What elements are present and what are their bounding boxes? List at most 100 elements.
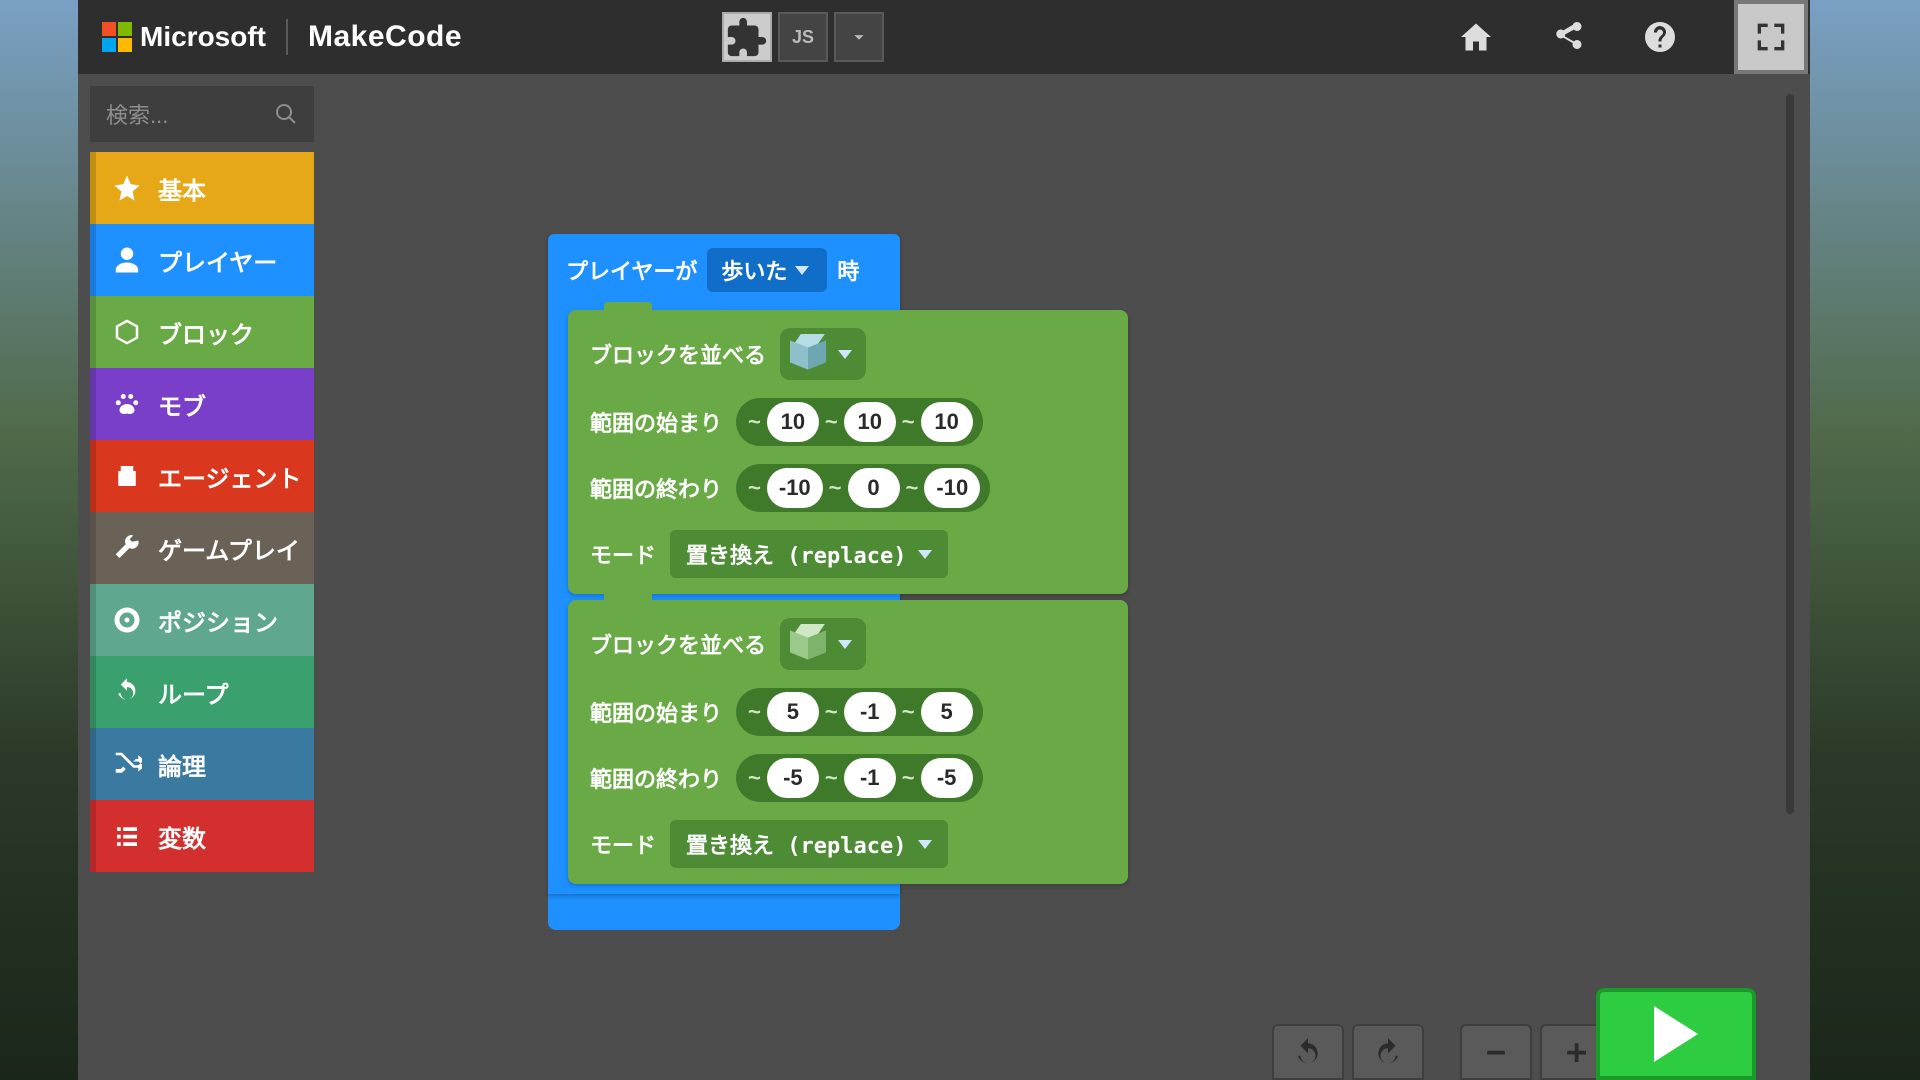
- fill2-end-z[interactable]: -5: [921, 758, 973, 798]
- run-button[interactable]: [1596, 988, 1756, 1080]
- sidebar-item-label: 基本: [158, 171, 206, 206]
- block-workspace[interactable]: プレイヤーが 歩いた 時 ブロックを並べる: [338, 94, 1770, 1080]
- fill2-block-dropdown[interactable]: [780, 618, 866, 670]
- event-prefix: プレイヤーが: [566, 254, 697, 286]
- target-icon: [112, 605, 142, 635]
- sidebar-item-0[interactable]: 基本: [90, 152, 314, 224]
- home-button[interactable]: [1458, 19, 1494, 55]
- fullscreen-icon: [1751, 17, 1791, 57]
- tab-blocks[interactable]: [722, 12, 772, 62]
- redo-button[interactable]: [1352, 1024, 1424, 1080]
- fill2-end-coords[interactable]: ~-5 ~-1 ~-5: [736, 754, 983, 802]
- fullscreen-button[interactable]: [1734, 0, 1808, 74]
- fill1-start-x[interactable]: 10: [767, 402, 819, 442]
- glass-block-icon: [788, 334, 828, 374]
- fill-block-2[interactable]: ブロックを並べる 範囲の始まり ~5 ~-1 ~5: [568, 600, 1128, 884]
- fill1-block-dropdown[interactable]: [780, 328, 866, 380]
- plus-icon: [1561, 1037, 1591, 1067]
- puzzle-icon: [724, 14, 770, 60]
- app-header: Microsoft MakeCode JS: [78, 0, 1810, 74]
- event-block-on-player-walk[interactable]: プレイヤーが 歩いた 時 ブロックを並べる: [548, 234, 900, 894]
- sidebar-item-5[interactable]: ゲームプレイ: [90, 512, 314, 584]
- chevron-down-icon: [918, 840, 932, 849]
- sidebar-item-label: プレイヤー: [158, 243, 277, 278]
- chevron-down-icon: [848, 26, 870, 48]
- solid-block-icon: [788, 624, 828, 664]
- product-name: MakeCode: [308, 20, 462, 54]
- sidebar-item-label: 変数: [158, 819, 206, 854]
- tab-javascript[interactable]: JS: [778, 12, 828, 62]
- sidebar-item-label: ブロック: [158, 315, 254, 350]
- fill2-start-y[interactable]: -1: [844, 692, 896, 732]
- list-icon: [112, 821, 142, 851]
- share-button[interactable]: [1550, 19, 1586, 55]
- undo-button[interactable]: [1272, 1024, 1344, 1080]
- fill1-end-x[interactable]: -10: [767, 468, 823, 508]
- search-input[interactable]: 検索...: [90, 86, 314, 142]
- chevron-down-icon: [838, 350, 852, 359]
- redo-icon: [1373, 1037, 1403, 1067]
- fill1-mode-label: モード: [590, 538, 656, 570]
- cube-icon: [112, 317, 142, 347]
- category-sidebar: 検索... 基本プレイヤーブロックモブエージェントゲームプレイポジションループ論…: [90, 86, 314, 1080]
- wrench-icon: [112, 533, 142, 563]
- fill1-end-z[interactable]: -10: [924, 468, 980, 508]
- sidebar-item-9[interactable]: 変数: [90, 800, 314, 872]
- editor-mode-tabs: JS: [722, 12, 884, 62]
- fill1-start-y[interactable]: 10: [844, 402, 896, 442]
- header-actions: [1458, 19, 1770, 55]
- fill2-end-y[interactable]: -1: [844, 758, 896, 798]
- fill1-end-y[interactable]: 0: [848, 468, 900, 508]
- fill1-start-label: 範囲の始まり: [590, 406, 722, 438]
- bottom-toolbar: [1272, 1014, 1612, 1080]
- fill1-start-z[interactable]: 10: [921, 402, 973, 442]
- fill2-end-x[interactable]: -5: [767, 758, 819, 798]
- sidebar-item-label: モブ: [158, 387, 206, 422]
- help-button[interactable]: [1642, 19, 1678, 55]
- paw-icon: [112, 389, 142, 419]
- fill1-start-coords[interactable]: ~10 ~10 ~10: [736, 398, 983, 446]
- event-action-value: 歩いた: [721, 254, 787, 286]
- brand-name: Microsoft: [140, 21, 266, 53]
- sidebar-item-label: 論理: [158, 747, 206, 782]
- fill2-start-z[interactable]: 5: [921, 692, 973, 732]
- sidebar-item-label: ループ: [158, 675, 229, 710]
- play-icon: [1654, 1006, 1698, 1062]
- fill2-mode-label: モード: [590, 828, 656, 860]
- event-suffix: 時: [837, 254, 859, 286]
- editor-area: 検索... 基本プレイヤーブロックモブエージェントゲームプレイポジションループ論…: [78, 74, 1810, 1080]
- sidebar-item-4[interactable]: エージェント: [90, 440, 314, 512]
- sidebar-item-7[interactable]: ループ: [90, 656, 314, 728]
- microsoft-logo: Microsoft: [102, 21, 266, 53]
- fill1-mode-value: 置き換え (replace): [686, 538, 906, 570]
- fill-block-1[interactable]: ブロックを並べる 範囲の始まり ~10 ~10 ~10: [568, 310, 1128, 594]
- workspace-scrollbar[interactable]: [1786, 94, 1794, 814]
- zoom-out-button[interactable]: [1460, 1024, 1532, 1080]
- star-icon: [112, 173, 142, 203]
- fill2-mode-dropdown[interactable]: 置き換え (replace): [670, 820, 948, 868]
- sidebar-item-6[interactable]: ポジション: [90, 584, 314, 656]
- sidebar-item-3[interactable]: モブ: [90, 368, 314, 440]
- microsoft-logo-icon: [102, 22, 132, 52]
- search-icon: [274, 102, 298, 126]
- fill2-start-x[interactable]: 5: [767, 692, 819, 732]
- fill2-mode-value: 置き換え (replace): [686, 828, 906, 860]
- sidebar-item-8[interactable]: 論理: [90, 728, 314, 800]
- sidebar-item-2[interactable]: ブロック: [90, 296, 314, 368]
- chevron-down-icon: [838, 640, 852, 649]
- shuffle-icon: [112, 749, 142, 779]
- fill2-start-label: 範囲の始まり: [590, 696, 722, 728]
- fill1-title: ブロックを並べる: [590, 338, 766, 370]
- fill1-end-coords[interactable]: ~-10 ~0 ~-10: [736, 464, 990, 512]
- js-tab-label: JS: [792, 27, 814, 48]
- fill1-mode-dropdown[interactable]: 置き換え (replace): [670, 530, 948, 578]
- event-action-dropdown[interactable]: 歩いた: [707, 248, 827, 292]
- loop-icon: [112, 677, 142, 707]
- sidebar-item-label: ゲームプレイ: [158, 531, 300, 566]
- sidebar-item-1[interactable]: プレイヤー: [90, 224, 314, 296]
- fill2-start-coords[interactable]: ~5 ~-1 ~5: [736, 688, 983, 736]
- tab-more[interactable]: [834, 12, 884, 62]
- sidebar-item-label: エージェント: [158, 459, 302, 494]
- header-divider: [286, 19, 288, 55]
- event-block-footer: [548, 894, 900, 930]
